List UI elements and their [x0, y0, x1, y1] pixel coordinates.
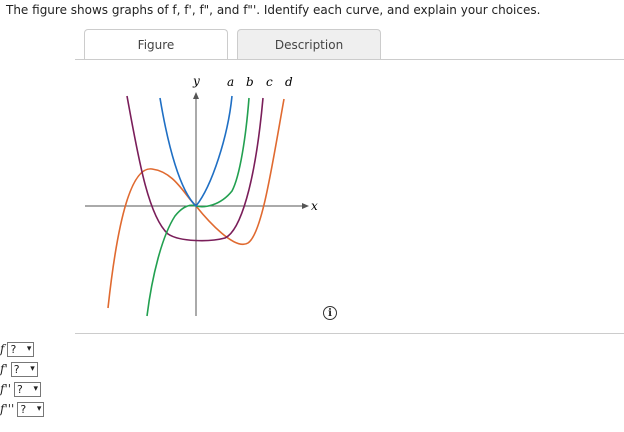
answer-label-f-triple-prime: f'''	[0, 402, 15, 416]
x-axis-arrow	[302, 203, 309, 209]
answer-select-value: ?	[13, 362, 20, 376]
graph-figure: y x a b c d	[85, 74, 318, 317]
answer-row-f-triple-prime: f''' ? ▾	[0, 401, 52, 417]
answer-row-f-double-prime: f'' ? ▾	[0, 381, 52, 397]
figure-bottom-divider	[75, 333, 624, 334]
curve-label-b: b	[246, 75, 254, 89]
answer-row-f: f ? ▾	[0, 341, 52, 357]
answer-select-value: ?	[10, 342, 17, 356]
answer-label-f-double-prime: f''	[0, 382, 12, 396]
answer-select-f-prime[interactable]: ? ▾	[10, 361, 38, 377]
chevron-down-icon: ▾	[33, 383, 39, 394]
answer-row-f-prime: f' ? ▾	[0, 361, 52, 377]
curve-label-c: c	[266, 75, 273, 89]
answer-select-f-triple-prime[interactable]: ? ▾	[17, 401, 45, 417]
y-axis-label: y	[192, 74, 200, 88]
answer-select-f-double-prime[interactable]: ? ▾	[14, 381, 42, 397]
answer-label-f: f	[0, 342, 5, 356]
curve-c	[126, 95, 264, 242]
tab-figure[interactable]: Figure	[84, 29, 228, 59]
y-axis-arrow	[193, 92, 199, 99]
x-axis-label: x	[311, 199, 318, 213]
info-icon[interactable]: i	[323, 306, 337, 320]
tab-description[interactable]: Description	[237, 29, 381, 59]
answer-select-value: ?	[17, 382, 23, 396]
curve-label-a: a	[227, 75, 234, 89]
chevron-down-icon: ▾	[36, 403, 42, 414]
answer-select-f[interactable]: ? ▾	[7, 341, 35, 357]
chevron-down-icon: ▾	[26, 343, 32, 354]
answer-select-value: ?	[20, 402, 27, 416]
tab-divider	[75, 59, 624, 60]
curve-b	[146, 97, 250, 317]
chevron-down-icon: ▾	[30, 363, 35, 374]
question-text: The figure shows graphs of f, f', f", an…	[6, 3, 541, 17]
answer-label-f-prime: f'	[0, 362, 8, 376]
curve-label-d: d	[285, 75, 293, 89]
